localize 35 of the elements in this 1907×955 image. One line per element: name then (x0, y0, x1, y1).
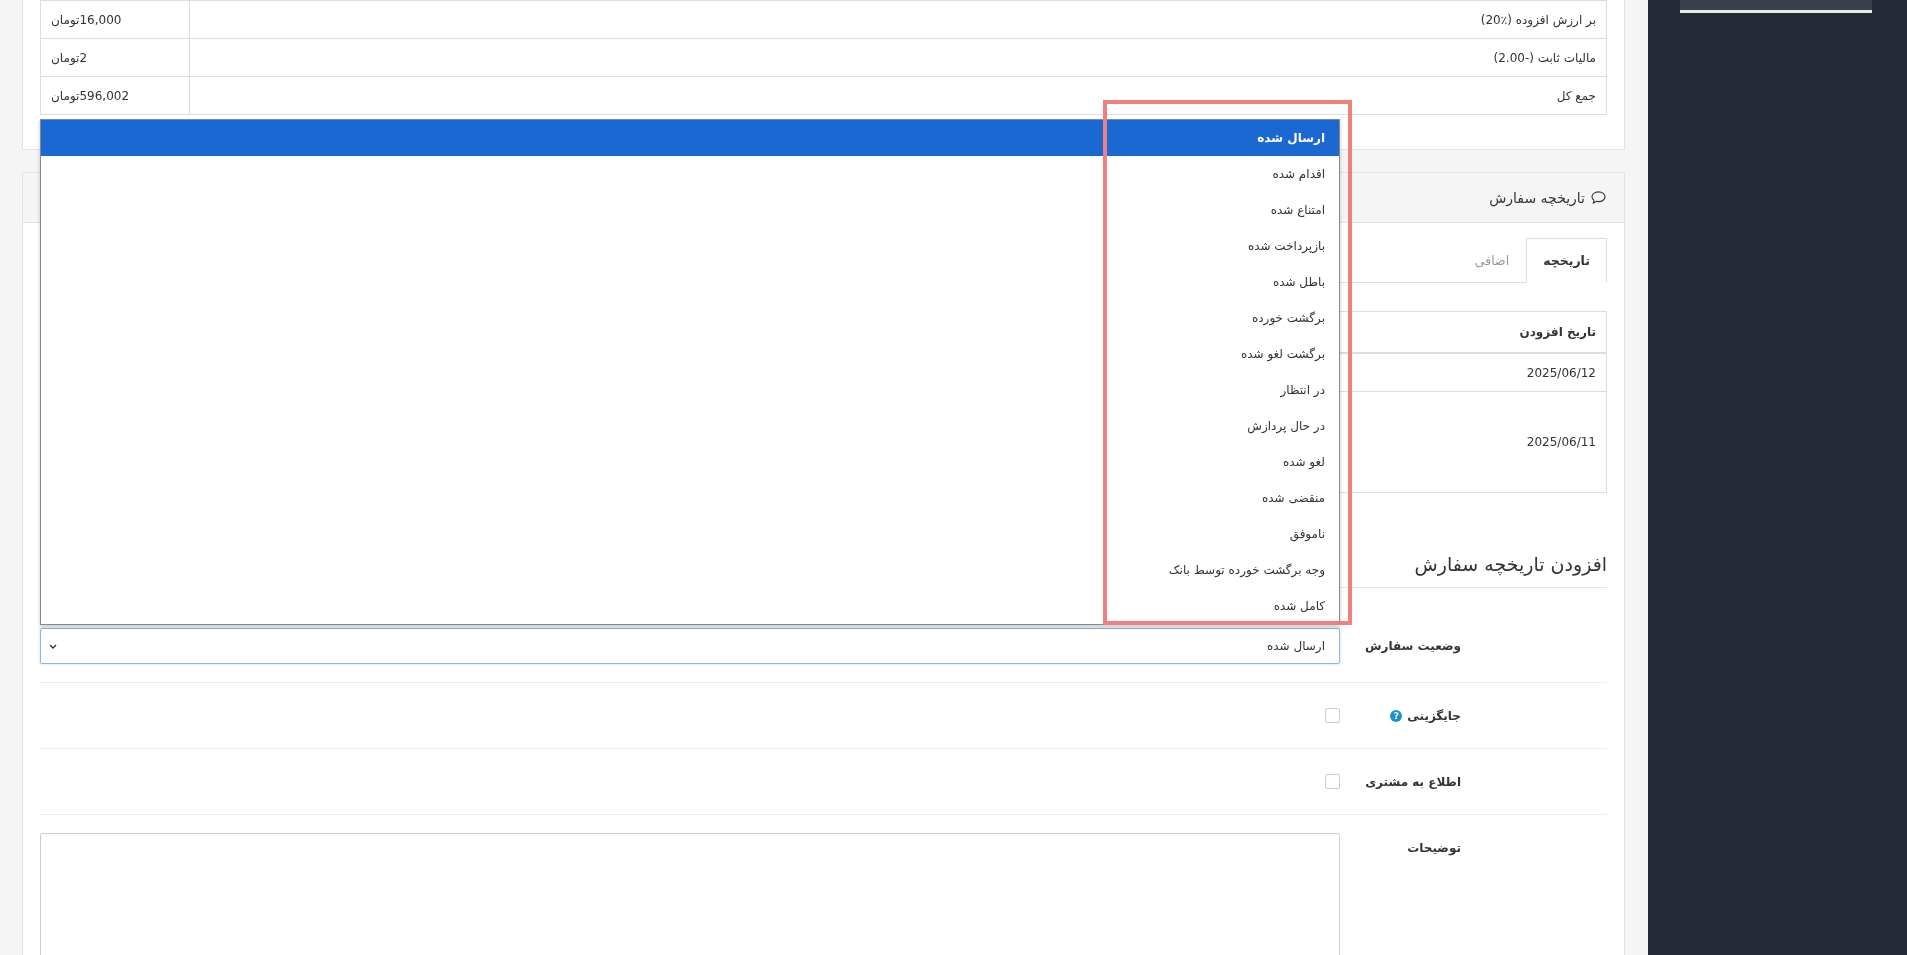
total-label: بر ارزش افزوده (٪20) (189, 0, 1607, 39)
dropdown-option[interactable]: بازپرداخت شده (41, 228, 1339, 264)
column-header: تاریخ افزودن (1350, 311, 1607, 353)
dropdown-option[interactable]: ارسال شده (41, 120, 1339, 156)
dropdown-option[interactable]: اقدام شده (41, 156, 1339, 192)
total-label: مالیات ثابت (-2.00) (189, 38, 1607, 77)
tab[interactable]: تاریخچه (1526, 238, 1607, 283)
checkbox[interactable] (1325, 708, 1340, 723)
comment-icon (1591, 191, 1606, 204)
dropdown-option[interactable]: امتناع شده (41, 192, 1339, 228)
panel-title: تاریخچه سفارش (1489, 189, 1585, 206)
status-select[interactable]: ارسال شده (40, 628, 1340, 664)
dropdown-option[interactable]: برگشت لغو شده (41, 336, 1339, 372)
dropdown-option[interactable]: برگشت خورده (41, 300, 1339, 336)
total-amount: 2تومان (40, 38, 190, 77)
dropdown-option[interactable]: لغو شده (41, 444, 1339, 480)
total-amount: 596,002تومان (40, 76, 190, 115)
chevron-down-icon (49, 643, 57, 649)
dropdown-option[interactable]: کامل شده (41, 588, 1339, 624)
field-label: توضیحات (1407, 841, 1461, 855)
dropdown-option[interactable]: باطل شده (41, 264, 1339, 300)
field-label: اطلاع به مشتری (1365, 774, 1461, 789)
dropdown-option[interactable]: وجه برگشت خورده توسط بانک (41, 552, 1339, 588)
help-icon[interactable]: ? (1390, 709, 1403, 722)
total-label: جمع کل (189, 76, 1607, 115)
dropdown-option[interactable]: در حال پردازش (41, 408, 1339, 444)
field-label: جایگزینی (1407, 708, 1461, 723)
table-cell: 2025/06/12 (1350, 353, 1607, 392)
field-label: وضعیت سفارش (1364, 639, 1461, 653)
total-amount: 16,000تومان (40, 0, 190, 39)
checkbox[interactable] (1325, 774, 1340, 789)
sidebar-field[interactable] (1680, 0, 1872, 13)
table-cell: 2025/06/11 (1350, 391, 1607, 493)
dropdown-option[interactable]: در انتظار (41, 372, 1339, 408)
dropdown-option[interactable]: ناموفق (41, 516, 1339, 552)
